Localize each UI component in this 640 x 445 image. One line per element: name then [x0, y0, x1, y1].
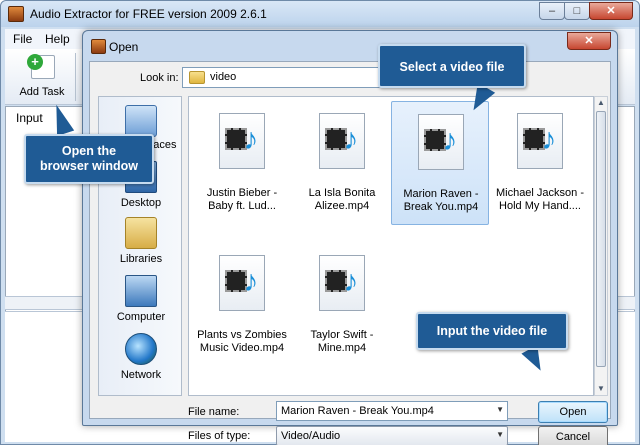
open-button[interactable]: Open [538, 401, 608, 423]
place-label-libraries: Libraries [119, 253, 163, 265]
computer-icon [125, 275, 157, 307]
file-type-select[interactable]: Video/Audio ▼ [276, 426, 508, 445]
libraries-icon [125, 217, 157, 249]
window-title: Audio Extractor for FREE version 2009 2.… [30, 7, 267, 21]
recent-places-icon [125, 105, 157, 137]
place-network[interactable]: Network [99, 331, 183, 389]
maximize-button[interactable]: □ [564, 2, 590, 20]
scroll-thumb[interactable] [596, 111, 606, 367]
callout-input-file: Input the video file [416, 312, 568, 350]
add-task-button[interactable]: Add Task [13, 53, 71, 101]
look-in-label: Look in: [140, 72, 179, 84]
file-item[interactable]: ♪ Plants vs Zombies Music Video.mp4 [193, 243, 291, 367]
dialog-title: Open [109, 40, 139, 54]
place-libraries[interactable]: Libraries [99, 215, 183, 273]
file-type-field-label: Files of type: [188, 430, 251, 442]
look-in-value: video [210, 71, 237, 83]
file-name-label: Plants vs Zombies Music Video.mp4 [197, 329, 287, 354]
add-task-icon [27, 54, 55, 79]
file-item[interactable]: ♪ Justin Bieber - Baby ft. Lud... [193, 101, 291, 225]
add-task-label: Add Task [19, 86, 65, 98]
place-label-network: Network [120, 369, 162, 381]
app-icon [8, 6, 24, 22]
input-column-header: Input [16, 111, 43, 125]
dialog-icon [91, 39, 106, 54]
file-name-label: Justin Bieber - Baby ft. Lud... [206, 187, 278, 212]
file-item[interactable]: ♪ Michael Jackson - Hold My Hand.... [491, 101, 589, 225]
close-button[interactable]: ✕ [589, 2, 633, 20]
video-file-icon: ♪ [319, 255, 365, 311]
video-file-icon: ♪ [418, 114, 464, 170]
callout-select-file: Select a video file [378, 44, 526, 88]
place-computer[interactable]: Computer [99, 273, 183, 331]
title-bar: Audio Extractor for FREE version 2009 2.… [1, 1, 639, 27]
menu-file[interactable]: File [13, 32, 32, 46]
file-item-selected[interactable]: ♪ Marion Raven - Break You.mp4 [391, 101, 489, 225]
video-file-icon: ♪ [219, 255, 265, 311]
scroll-up-icon[interactable]: ▲ [595, 97, 607, 109]
scroll-down-icon[interactable]: ▼ [595, 383, 607, 395]
file-name-label: Taylor Swift - Mine.mp4 [310, 329, 374, 354]
chevron-down-icon[interactable]: ▼ [496, 405, 504, 414]
minimize-button[interactable]: – [539, 2, 565, 20]
file-name-label: Marion Raven - Break You.mp4 [403, 188, 479, 213]
callout-open-browser: Open the browser window [24, 134, 154, 184]
file-name-field-label: File name: [188, 406, 240, 418]
place-label-computer: Computer [116, 311, 166, 323]
file-name-input[interactable]: Marion Raven - Break You.mp4 ▼ [276, 401, 508, 421]
video-file-icon: ♪ [219, 113, 265, 169]
folder-icon [189, 71, 205, 84]
dialog-close-button[interactable]: ✕ [567, 32, 611, 50]
chevron-down-icon[interactable]: ▼ [496, 430, 504, 439]
file-item[interactable]: ♪ Taylor Swift - Mine.mp4 [293, 243, 391, 367]
video-file-icon: ♪ [517, 113, 563, 169]
video-file-icon: ♪ [319, 113, 365, 169]
file-name-label: Michael Jackson - Hold My Hand.... [495, 187, 585, 212]
file-name-label: La Isla Bonita Alizee.mp4 [308, 187, 376, 212]
network-icon [125, 333, 157, 365]
menu-help[interactable]: Help [45, 32, 70, 46]
dialog-title-bar: Open ✕ [83, 31, 617, 59]
file-list-scrollbar[interactable]: ▲ ▼ [594, 96, 608, 396]
place-label-desktop: Desktop [120, 197, 162, 209]
toolbar-separator [75, 53, 76, 101]
file-item[interactable]: ♪ La Isla Bonita Alizee.mp4 [293, 101, 391, 225]
cancel-button[interactable]: Cancel [538, 426, 608, 445]
